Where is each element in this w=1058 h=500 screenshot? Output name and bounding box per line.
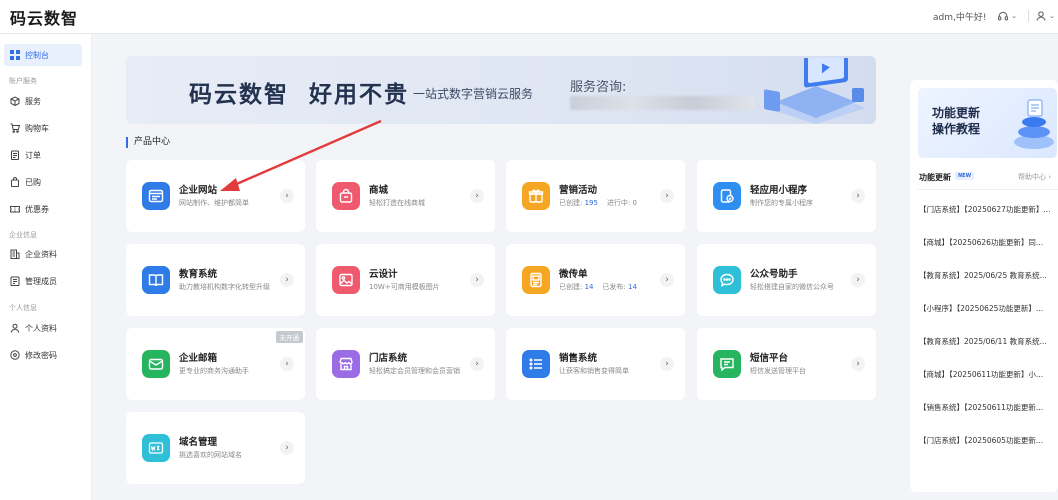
update-item[interactable]: 【小程序】【20250625功能更新】... bbox=[919, 303, 1058, 314]
promo-tutorial-banner[interactable]: 功能更新 操作教程 bbox=[918, 88, 1057, 158]
update-item[interactable]: 【销售系统】【20250611功能更新... bbox=[919, 402, 1058, 413]
update-item[interactable]: 【教育系统】2025/06/25 教育系统... bbox=[919, 270, 1058, 281]
red-arrow-annotation bbox=[220, 119, 382, 191]
promo-illustration bbox=[1014, 99, 1054, 149]
update-item[interactable]: 【商城】【20250611功能更新】小... bbox=[919, 369, 1058, 380]
promo-title-line1: 功能更新 bbox=[932, 106, 981, 120]
update-item[interactable]: 【门店系统】【20250605功能更新... bbox=[919, 435, 1058, 446]
update-item[interactable]: 【门店系统】【20250627功能更新】... bbox=[919, 204, 1058, 215]
divider bbox=[918, 189, 1058, 190]
help-center-link[interactable]: 帮助中心 › bbox=[1018, 172, 1051, 182]
update-item[interactable]: 【教育系统】2025/06/11 教育系统... bbox=[919, 336, 1058, 347]
update-item[interactable]: 【商城】【20250626功能更新】同... bbox=[919, 237, 1058, 248]
new-badge: NEW bbox=[955, 172, 975, 180]
updates-title: 功能更新 bbox=[919, 173, 951, 182]
promo-title-line2: 操作教程 bbox=[932, 122, 981, 136]
